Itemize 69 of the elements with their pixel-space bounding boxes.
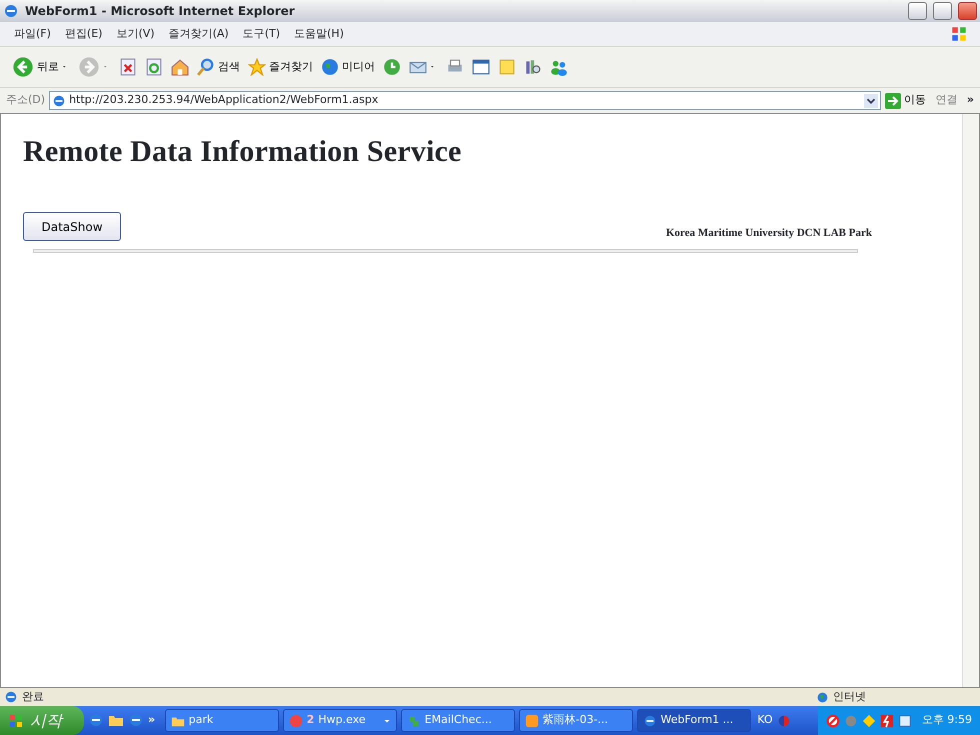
language-indicator[interactable]: KO: [757, 712, 773, 729]
globe-icon: [321, 58, 339, 76]
page-icon: [4, 690, 18, 704]
home-icon: [171, 58, 189, 76]
page-icon: [52, 94, 66, 108]
browser-icon: [128, 712, 144, 728]
taskbar-button[interactable]: 2 Hwp.exe: [282, 709, 397, 732]
window-title: WebForm1 - Microsoft Internet Explorer: [25, 3, 295, 20]
books-icon: [524, 58, 542, 76]
close-button[interactable]: [958, 2, 977, 20]
menu-item[interactable]: 파일(F): [14, 26, 51, 42]
toolbar-button[interactable]: [524, 58, 542, 76]
notification-count: 2: [306, 712, 314, 728]
people-icon: [550, 58, 568, 76]
address-label: 주소(D): [6, 92, 46, 108]
clock: 오후 9:59: [922, 712, 972, 728]
taskbar-button[interactable]: EMailChec...: [400, 709, 515, 732]
quick-launch-button[interactable]: [128, 712, 144, 729]
status-text: 완료: [22, 688, 44, 705]
taskbar-button[interactable]: 紫雨林-03-...: [518, 709, 633, 732]
globe-icon: [816, 690, 829, 704]
toolbar-button[interactable]: 미디어: [321, 58, 375, 76]
history-icon: [383, 58, 401, 76]
menu-item[interactable]: 보기(V): [116, 26, 155, 42]
menu-item[interactable]: 도구(T): [242, 26, 280, 42]
toolbar-button[interactable]: [171, 58, 189, 76]
toolbar-button[interactable]: [145, 58, 163, 76]
zone-text: 인터넷: [833, 688, 866, 705]
browser-icon: [642, 714, 657, 728]
stop-icon: [119, 58, 137, 76]
app-icon: [288, 714, 303, 728]
quick-launch-more[interactable]: »: [148, 712, 156, 729]
flash-icon: [880, 714, 894, 728]
page-heading: Remote Data Information Service: [23, 134, 463, 170]
diamond-icon: [862, 714, 876, 728]
toolbar-button[interactable]: [119, 58, 137, 76]
windows-logo-icon: [8, 712, 24, 728]
restore-button[interactable]: [933, 2, 952, 20]
credit-text: Korea Maritime University DCN LAB Park: [666, 226, 872, 240]
menu-item[interactable]: 즐겨찾기(A): [168, 26, 229, 42]
go-arrow-icon: [884, 92, 901, 108]
menu-item[interactable]: 도움말(H): [294, 26, 344, 42]
toolbar-button[interactable]: [383, 58, 401, 76]
menu-item[interactable]: 편집(E): [64, 26, 102, 42]
star-icon: [248, 58, 266, 76]
search-icon: [197, 58, 215, 76]
toolbar-button[interactable]: 검색: [197, 58, 240, 76]
taskbar-button[interactable]: WebForm1 ...: [636, 709, 751, 732]
browser-icon: [3, 3, 19, 19]
toolbar-button[interactable]: 즐겨찾기: [248, 58, 313, 76]
taskbar-button[interactable]: park: [164, 709, 279, 732]
minimize-button[interactable]: [908, 2, 927, 20]
vertical-scrollbar[interactable]: [962, 114, 979, 687]
address-field[interactable]: http://203.230.253.94/WebApplication2/WebForm1.aspx: [49, 91, 881, 110]
toolbar-button[interactable]: [550, 58, 568, 76]
blocked-icon: [826, 714, 840, 728]
input-method-icon: [776, 714, 791, 728]
quick-launch-button[interactable]: [88, 712, 104, 729]
go-button[interactable]: 이동: [884, 92, 926, 109]
windows-logo-icon: [950, 25, 968, 43]
toolbar-button[interactable]: 뒤로: [12, 56, 70, 78]
datashow-button[interactable]: DataShow: [23, 212, 121, 241]
more-links-chevron[interactable]: »: [966, 92, 974, 109]
note-icon: [498, 58, 516, 76]
app-icon: [524, 714, 539, 728]
disc-icon: [844, 714, 858, 728]
refresh-icon: [145, 58, 163, 76]
browser-icon: [88, 712, 104, 728]
links-label[interactable]: 연결: [935, 92, 958, 109]
